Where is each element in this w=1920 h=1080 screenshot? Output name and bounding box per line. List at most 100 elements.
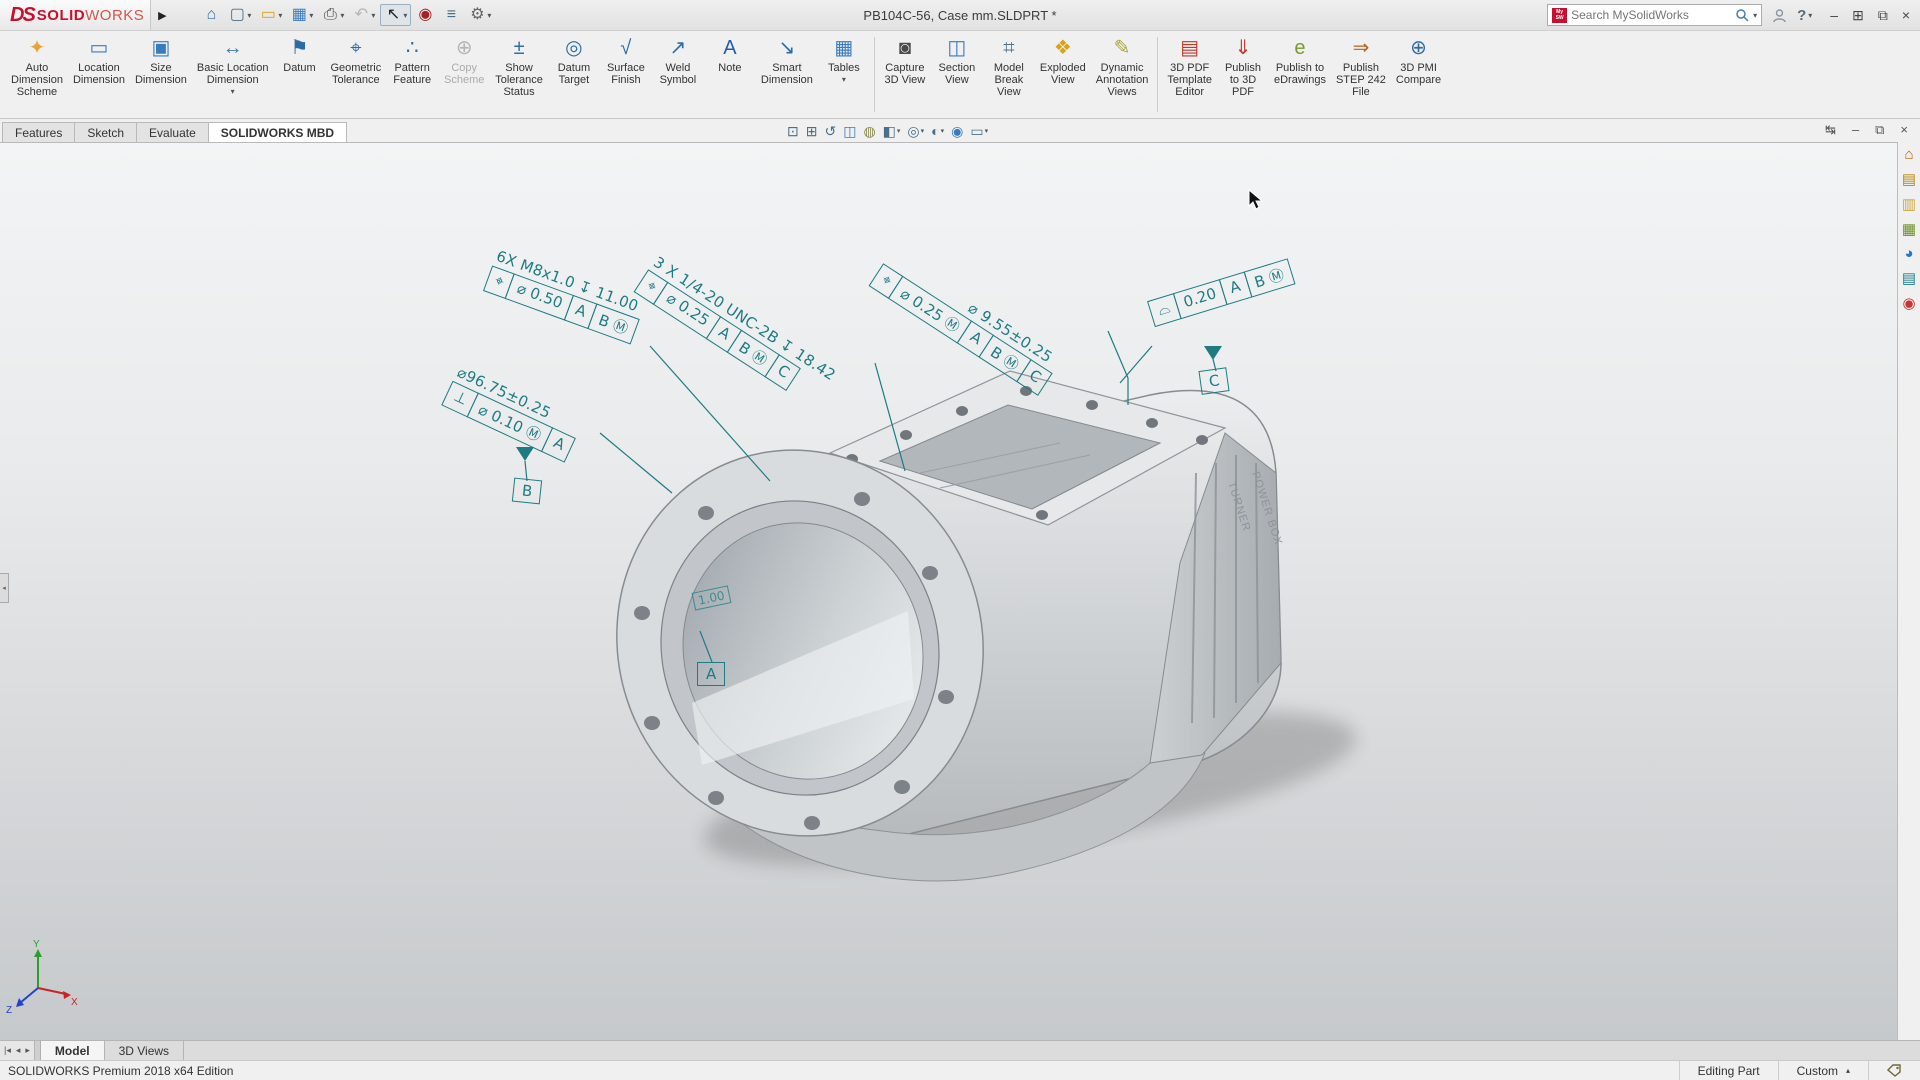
chevron-down-icon[interactable]: ▾ xyxy=(371,11,375,20)
publish-to-edrawings-button[interactable]: e Publish to eDrawings xyxy=(1269,35,1331,88)
taskpane-resources[interactable]: ⌂ xyxy=(1904,146,1913,164)
auto-dimension-scheme-button[interactable]: ✦ Auto Dimension Scheme xyxy=(6,35,68,100)
datum-feature-c[interactable]: C xyxy=(1198,367,1230,395)
zoom-to-fit-button[interactable]: ⊡ xyxy=(785,123,801,139)
chevron-down-icon[interactable]: ▾ xyxy=(941,127,945,135)
chevron-down-icon[interactable]: ▾ xyxy=(403,11,407,20)
chevron-down-icon[interactable]: ▾ xyxy=(897,127,901,135)
dimension-scheme-selector[interactable]: Custom ▴ xyxy=(1778,1061,1868,1080)
chevron-down-icon[interactable]: ▾ xyxy=(842,75,846,84)
taskpane-design-library[interactable]: ▤ xyxy=(1902,170,1916,189)
smart-dimension-button[interactable]: ↘ Smart Dimension xyxy=(756,35,818,88)
minimize-button[interactable]: – xyxy=(1830,7,1838,23)
3d-pmi-compare-button[interactable]: ⊕ 3D PMI Compare xyxy=(1391,35,1446,88)
3d-model-canvas[interactable]: TURNER POWER BOX xyxy=(0,143,1920,1040)
chevron-up-icon[interactable]: ▴ xyxy=(1846,1066,1850,1075)
select-button[interactable]: ↖ ▾ xyxy=(380,4,411,26)
doc-minimize-button[interactable]: – xyxy=(1852,122,1859,138)
tab-features[interactable]: Features xyxy=(2,122,75,142)
chevron-down-icon[interactable]: ▾ xyxy=(487,11,491,20)
ribbon-button-label: Pattern Feature xyxy=(393,62,431,86)
tables-button[interactable]: ▦ Tables ▾ xyxy=(818,35,870,86)
doc-close-button[interactable]: × xyxy=(1900,122,1908,138)
menu-expand-arrow[interactable]: ▶ xyxy=(153,4,171,26)
graphics-viewport[interactable]: TURNER POWER BOX xyxy=(0,142,1920,1040)
search-icon[interactable] xyxy=(1735,8,1749,22)
taskpane-forum[interactable]: ◉ xyxy=(1902,294,1915,313)
taskpane-file-explorer[interactable]: ▥ xyxy=(1902,195,1916,214)
capture-3d-view-button[interactable]: ◙ Capture 3D View xyxy=(879,35,931,88)
doc-maximize-button[interactable]: ⧉ xyxy=(1875,122,1884,138)
dynamic-annotation-views-button[interactable]: ✎ Dynamic Annotation Views xyxy=(1091,35,1154,100)
new-document-button[interactable]: ▢ ▾ xyxy=(225,5,254,25)
help-button[interactable]: ? ▾ xyxy=(1797,7,1812,24)
edit-appearance-button[interactable]: ◉ xyxy=(949,123,965,139)
close-button[interactable]: × xyxy=(1902,7,1910,23)
taskpane-view-palette[interactable]: ▦ xyxy=(1902,220,1916,239)
datum-button[interactable]: ⚑ Datum xyxy=(273,35,325,76)
size-dimension-button[interactable]: ▣ Size Dimension xyxy=(130,35,192,88)
location-dimension-button[interactable]: ▭ Location Dimension xyxy=(68,35,130,88)
copy-scheme-button[interactable]: ⊕ Copy Scheme xyxy=(438,35,490,88)
chevron-down-icon[interactable]: ▾ xyxy=(247,11,251,20)
chevron-down-icon[interactable]: ▾ xyxy=(309,11,313,20)
pattern-feature-button[interactable]: ∴ Pattern Feature xyxy=(386,35,438,88)
tab-sketch[interactable]: Sketch xyxy=(74,122,137,142)
note-button[interactable]: A Note xyxy=(704,35,756,76)
restore-button[interactable]: ⧉ xyxy=(1878,7,1888,24)
weld-symbol-button[interactable]: ↗ Weld Symbol xyxy=(652,35,704,88)
print-button[interactable]: ⎙ ▾ xyxy=(318,5,347,25)
basic-location-dimension-button[interactable]: ↔ Basic Location Dimension ▾ xyxy=(192,35,274,98)
search-options-caret[interactable]: ▾ xyxy=(1753,11,1757,20)
user-account-button[interactable] xyxy=(1772,8,1787,23)
chevron-down-icon[interactable]: ▾ xyxy=(231,87,235,96)
undo-button[interactable]: ↶ ▾ xyxy=(349,5,378,25)
exploded-view-button[interactable]: ❖ Exploded View xyxy=(1035,35,1091,88)
publish-to-3d-pdf-button[interactable]: ⇓ Publish to 3D PDF xyxy=(1217,35,1269,100)
model-tab[interactable]: Model xyxy=(41,1041,105,1060)
chevron-down-icon[interactable]: ▾ xyxy=(340,11,344,20)
tab-evaluate[interactable]: Evaluate xyxy=(136,122,209,142)
rebuild-button[interactable]: ◉ xyxy=(413,5,437,25)
tab-solidworks-mbd[interactable]: SOLIDWORKS MBD xyxy=(208,122,347,142)
dock-button[interactable]: ⊞ xyxy=(1852,7,1864,24)
chevron-down-icon[interactable]: ▾ xyxy=(921,127,925,135)
tab-scroll-first[interactable]: |◂ xyxy=(4,1045,11,1056)
options-button[interactable]: ⚙ ▾ xyxy=(465,5,494,25)
datum-feature-a[interactable]: A xyxy=(697,662,725,686)
model-break-view-button[interactable]: ⌗ Model Break View xyxy=(983,35,1035,100)
left-pane-toggle[interactable]: ◂ xyxy=(0,573,9,603)
help-caret[interactable]: ▾ xyxy=(1808,11,1812,20)
datum-target-button[interactable]: ◎ Datum Target xyxy=(548,35,600,88)
section-view-toggle[interactable]: ◫ xyxy=(841,123,858,139)
geometric-tolerance-button[interactable]: ⌖ Geometric Tolerance xyxy=(325,35,386,88)
chevron-down-icon[interactable]: ▾ xyxy=(278,11,282,20)
surface-finish-button[interactable]: √ Surface Finish xyxy=(600,35,652,88)
display-style-button[interactable]: ◎ ▾ xyxy=(905,123,926,139)
3d-views-tab[interactable]: 3D Views xyxy=(105,1041,184,1060)
tab-scroll-next[interactable]: ▸ xyxy=(25,1045,30,1056)
file-properties-button[interactable]: ≡ xyxy=(439,5,463,25)
annotation-visibility-button[interactable]: ◍ xyxy=(861,123,877,139)
doc-collapse-button[interactable]: ↹ xyxy=(1825,122,1836,138)
search-box[interactable]: MySW ▾ xyxy=(1547,4,1762,26)
taskpane-appearances[interactable]: ◕ xyxy=(1904,245,1913,263)
3d-pdf-template-editor-button[interactable]: ▤ 3D PDF Template Editor xyxy=(1162,35,1217,100)
show-tolerance-status-button[interactable]: ± Show Tolerance Status xyxy=(490,35,548,100)
publish-step-242-button[interactable]: ⇒ Publish STEP 242 File xyxy=(1331,35,1391,100)
tab-scroll-prev[interactable]: ◂ xyxy=(16,1045,21,1056)
search-input[interactable] xyxy=(1571,8,1731,22)
save-button[interactable]: ▦ ▾ xyxy=(287,5,316,25)
home-button[interactable]: ⌂ xyxy=(199,5,223,25)
datum-feature-b[interactable]: B xyxy=(512,478,543,505)
zoom-to-area-button[interactable]: ⊞ xyxy=(804,123,820,139)
section-view-button[interactable]: ◫ Section View xyxy=(931,35,983,88)
open-button[interactable]: ▭ ▾ xyxy=(256,5,285,25)
previous-view-button[interactable]: ↺ xyxy=(822,123,838,139)
hide-show-items-button[interactable]: ◐ ▾ xyxy=(929,123,946,139)
view-orientation-button[interactable]: ◧ ▾ xyxy=(881,123,903,139)
taskpane-custom-properties[interactable]: ▤ xyxy=(1902,269,1916,288)
chevron-down-icon[interactable]: ▾ xyxy=(985,127,989,135)
view-settings-button[interactable]: ▭ ▾ xyxy=(968,123,990,139)
tag-button[interactable] xyxy=(1868,1061,1920,1080)
